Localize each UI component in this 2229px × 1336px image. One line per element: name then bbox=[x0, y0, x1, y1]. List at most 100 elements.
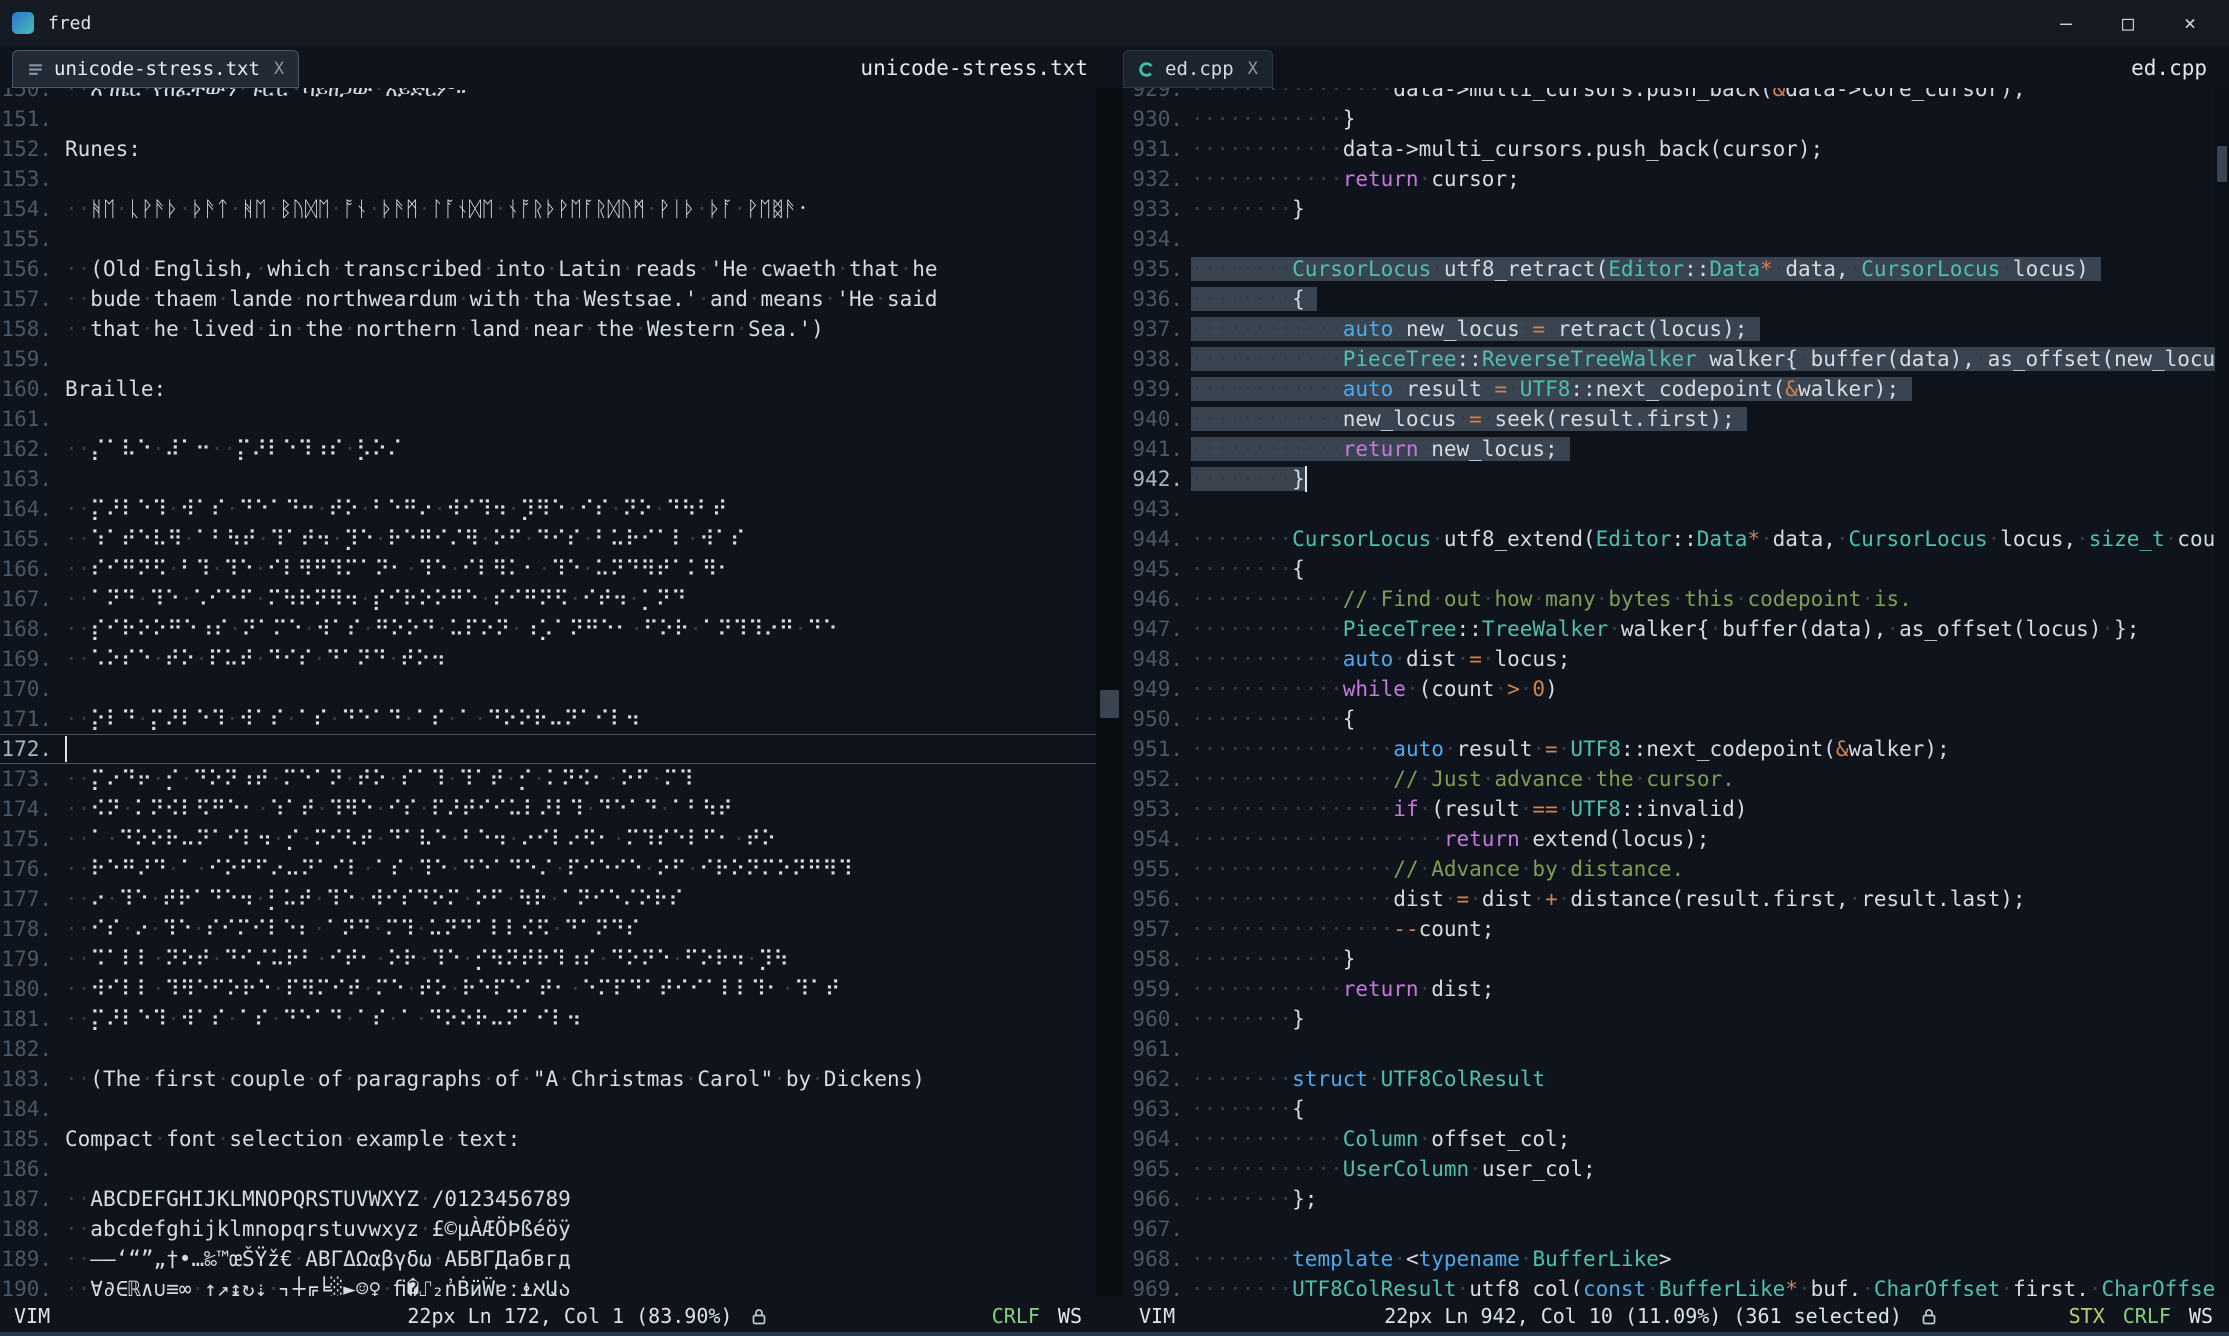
code-line[interactable]: 945.········{ bbox=[1123, 554, 2215, 584]
right-scrollbar[interactable] bbox=[2215, 88, 2229, 1296]
code-line[interactable]: 185.Compact·font·selection·example·text: bbox=[0, 1124, 1096, 1154]
whitespace-dots: · bbox=[217, 1067, 230, 1091]
token: UTF8ColResult bbox=[1381, 1067, 1545, 1091]
lock-icon bbox=[750, 1307, 768, 1326]
code-line[interactable]: 171.··⡕⠇⠙·⡍⠜⠇⠑⠹·⠺⠁⠎·⠁⠎·⠙⠑⠁⠙·⠁⠎·⠁·⠙⠕⠕⠗⠤⠝⠁… bbox=[0, 704, 1096, 734]
code-line[interactable]: 933.········} bbox=[1123, 194, 2215, 224]
code-line[interactable]: 961. bbox=[1123, 1034, 2215, 1064]
code-line[interactable]: 946.············//·Find·out·how·many·byt… bbox=[1123, 584, 2215, 614]
code-line[interactable]: 951.················auto·result·=·UTF8::… bbox=[1123, 734, 2215, 764]
whitespace-dots: ·· bbox=[65, 1067, 90, 1091]
code-line[interactable]: 936.········{ bbox=[1123, 284, 2215, 314]
code-line[interactable]: 930.············} bbox=[1123, 104, 2215, 134]
whitespace-dots: · bbox=[653, 497, 666, 521]
code-line[interactable]: 966.········}; bbox=[1123, 1184, 2215, 1214]
code-line[interactable]: 187.··ABCDEFGHIJKLMNOPQRSTUVWXYZ·/012345… bbox=[0, 1184, 1096, 1214]
minimize-button[interactable]: – bbox=[2035, 0, 2097, 46]
code-line[interactable]: 940.············new_locus·=·seek(result.… bbox=[1123, 404, 2215, 434]
code-line[interactable]: 183.··(The·first·couple·of·paragraphs·of… bbox=[0, 1064, 1096, 1094]
code-line[interactable]: 161. bbox=[0, 404, 1096, 434]
code-line[interactable]: 182. bbox=[0, 1034, 1096, 1064]
code-line[interactable]: 154.··ᚻᛖ·ᚳᚹᚫᚦ·ᚦᚫᛏ·ᚻᛖ·ᛒᚢᛞᛖ·ᚩᚾ·ᚦᚫᛗ·ᛚᚪᚾᛞᛖ·ᚾ… bbox=[0, 194, 1096, 224]
code-line[interactable]: 937.············auto·new_locus·=·retract… bbox=[1123, 314, 2215, 344]
code-line[interactable]: 173.··⡍⠔⠙⠖·⡊·⠙⠕⠝⠰⠞·⠍⠑⠁⠝·⠞⠕·⠎⠁⠹·⠹⠁⠞·⡊·⠅⠝⠪… bbox=[0, 764, 1096, 794]
maximize-button[interactable]: □ bbox=[2097, 0, 2159, 46]
code-line[interactable]: 166.··⠎⠊⠛⠝⠫·⠃⠹·⠹⠑·⠊⠇⠻⠛⠹⠍⠁⠝⠂·⠹⠑·⠊⠇⠻⠅⠂·⠹⠑·… bbox=[0, 554, 1096, 584]
code-line[interactable]: 959.············return·dist; bbox=[1123, 974, 2215, 1004]
code-line[interactable]: 174.··⠪⠝·⠅⠝⠪⠇⠫⠛⠑⠂·⠱⠁⠞·⠹⠻⠑·⠊⠎·⠏⠜⠞⠊⠊⠥⠇⠜⠇⠹·… bbox=[0, 794, 1096, 824]
code-line[interactable]: 163. bbox=[0, 464, 1096, 494]
code-line[interactable]: 957.················--count; bbox=[1123, 914, 2215, 944]
code-line[interactable]: 949.············while·(count·>·0) bbox=[1123, 674, 2215, 704]
code-line[interactable]: 186. bbox=[0, 1154, 1096, 1184]
code-line[interactable]: 158.··that·he·lived·in·the·northern·land… bbox=[0, 314, 1096, 344]
code-line[interactable]: 168.··⡎⠊⠗⠕⠕⠛⠑⠰⠎·⠝⠁⠍⠑·⠺⠁⠎·⠛⠕⠕⠙·⠥⠏⠕⠝·⠰⡡⠁⠝⠛… bbox=[0, 614, 1096, 644]
code-line[interactable]: 958.············} bbox=[1123, 944, 2215, 974]
code-line[interactable]: 947.············PieceTree::TreeWalker·wa… bbox=[1123, 614, 2215, 644]
code-line[interactable]: 955.················//·Advance·by·distan… bbox=[1123, 854, 2215, 884]
code-line[interactable]: 175.··⠁·⠙⠕⠕⠗⠤⠝⠁⠊⠇⠲·⡊·⠍⠊⠣⠞·⠙⠁⠧⠑·⠃⠑⠲·⠔⠊⠇⠔⠫… bbox=[0, 824, 1096, 854]
code-line[interactable]: 169.··⠡⠕⠎⠑·⠞⠕·⠏⠥⠞·⠙⠊⠎·⠙⠁⠝⠙·⠞⠕⠲ bbox=[0, 644, 1096, 674]
code-line[interactable]: 950.············{ bbox=[1123, 704, 2215, 734]
left-scrollbar-thumb[interactable] bbox=[1100, 690, 1119, 718]
code-line[interactable]: 162.··⡌⠁⠧⠑·⠼⠁⠒··⡍⠜⠇⠑⠹⠰⠎·⡣⠕⠌ bbox=[0, 434, 1096, 464]
code-line[interactable]: 948.············auto·dist·=·locus; bbox=[1123, 644, 2215, 674]
code-line[interactable]: 156.··(Old·English,·which·transcribed·in… bbox=[0, 254, 1096, 284]
code-line[interactable]: 969.········UTF8ColResult·utf8_col(const… bbox=[1123, 1274, 2215, 1296]
code-line[interactable]: 179.··⠩⠁⠇⠇·⠝⠕⠞·⠙⠊⠌⠥⠗⠃·⠊⠞⠂·⠕⠗·⠹⠑·⡊⠳⠝⠞⠗⠹⠰⠎… bbox=[0, 944, 1096, 974]
line-text: ··ᚻᛖ·ᚳᚹᚫᚦ·ᚦᚫᛏ·ᚻᛖ·ᛒᚢᛞᛖ·ᚩᚾ·ᚦᚫᛗ·ᛚᚪᚾᛞᛖ·ᚾᚩᚱᚦᚹ… bbox=[65, 197, 809, 221]
code-line[interactable]: 190.··∀∂∈ℝ∧∪≡∞·↑↗↨↻⇣·┐┼╔╘░►☺♀·ﬁ�⑀₂ἠḂӥẄɐː… bbox=[0, 1274, 1096, 1296]
code-line[interactable]: 932.············return·cursor; bbox=[1123, 164, 2215, 194]
code-line[interactable]: 189.··–—‘“”„†•…‰™œŠŸž€·ΑΒΓΔΩαβγδω·АБВГДа… bbox=[0, 1244, 1096, 1274]
pane-divider-scrollbar[interactable] bbox=[1096, 88, 1123, 1296]
code-line[interactable]: 941.············return·new_locus; bbox=[1123, 434, 2215, 464]
code-line[interactable]: 967. bbox=[1123, 1214, 2215, 1244]
code-line[interactable]: 938.············PieceTree::ReverseTreeWa… bbox=[1123, 344, 2215, 374]
close-button[interactable]: × bbox=[2159, 0, 2221, 46]
code-line[interactable]: 965.············UserColumn·user_col; bbox=[1123, 1154, 2215, 1184]
token: new_locus bbox=[1343, 407, 1457, 431]
code-line[interactable]: 178.··⠊⠎·⠔·⠹⠑·⠎⠊⠍⠊⠇⠑⠆·⠁⠝⠙·⠍⠹·⠥⠝⠙⠁⠇⠇⠪⠫·⠙⠁… bbox=[0, 914, 1096, 944]
code-line[interactable]: 160.Braille: bbox=[0, 374, 1096, 404]
code-line[interactable]: 943. bbox=[1123, 494, 2215, 524]
code-line[interactable]: 155. bbox=[0, 224, 1096, 254]
code-line[interactable]: 952.················//·Just·advance·the·… bbox=[1123, 764, 2215, 794]
code-line[interactable]: 942.········} bbox=[1123, 464, 2215, 494]
code-line[interactable]: 956.················dist·=·dist·+·distan… bbox=[1123, 884, 2215, 914]
code-line[interactable]: 935.········CursorLocus·utf8_retract(Edi… bbox=[1123, 254, 2215, 284]
token: advance bbox=[1494, 767, 1583, 791]
code-line[interactable]: 170. bbox=[0, 674, 1096, 704]
code-line[interactable]: 944.········CursorLocus·utf8_extend(Edit… bbox=[1123, 524, 2215, 554]
code-line[interactable]: 960.········} bbox=[1123, 1004, 2215, 1034]
code-line[interactable]: 953.················if·(result·==·UTF8::… bbox=[1123, 794, 2215, 824]
code-line[interactable]: 176.··⠗⠑⠛⠜⠙·⠁·⠊⠕⠋⠋⠔⠤⠝⠁⠊⠇·⠁⠎·⠹⠑·⠙⠑⠁⠙⠑⠌·⠏⠊… bbox=[0, 854, 1096, 884]
code-line[interactable]: 939.············auto·result·=·UTF8::next… bbox=[1123, 374, 2215, 404]
code-line[interactable]: 929.················data->multi_cursors.… bbox=[1123, 88, 2215, 104]
code-line[interactable]: 164.··⡍⠜⠇⠑⠹·⠺⠁⠎·⠙⠑⠁⠙⠒·⠞⠕·⠃⠑⠛⠔·⠺⠊⠹⠲·⡹⠻⠑·⠊… bbox=[0, 494, 1096, 524]
code-line[interactable]: 180.··⠺⠊⠇⠇·⠹⠻⠑⠋⠕⠗⠑·⠏⠻⠍⠊⠞·⠍⠑·⠞⠕·⠗⠑⠏⠑⠁⠞⠂·⠑… bbox=[0, 974, 1096, 1004]
whitespace-dots: ·· bbox=[65, 1217, 90, 1241]
code-line[interactable]: 157.··bude·thaem·lande·northweardum·with… bbox=[0, 284, 1096, 314]
code-line[interactable]: 184. bbox=[0, 1094, 1096, 1124]
code-line[interactable]: 177.··⠔·⠹⠑·⠞⠗⠁⠙⠑⠲·⡃⠥⠞·⠹⠑·⠺⠊⠎⠙⠕⠍·⠕⠋·⠳⠗·⠁⠝… bbox=[0, 884, 1096, 914]
code-line[interactable]: 963.········{ bbox=[1123, 1094, 2215, 1124]
code-line[interactable]: 962.········struct·UTF8ColResult bbox=[1123, 1064, 2215, 1094]
code-line[interactable]: 188.··abcdefghijklmnopqrstuvwxyz·£©µÀÆÖÞ… bbox=[0, 1214, 1096, 1244]
code-line[interactable]: 151. bbox=[0, 104, 1096, 134]
code-line[interactable]: 153. bbox=[0, 164, 1096, 194]
code-line[interactable]: 167.··⠁⠝⠙·⠹⠑·⠡⠊⠑⠋·⠍⠳⠗⠝⠻⠲·⡎⠊⠗⠕⠕⠛⠑·⠎⠊⠛⠝⠫·⠊… bbox=[0, 584, 1096, 614]
code-line[interactable]: 181.··⡍⠜⠇⠑⠹·⠺⠁⠎·⠁⠎·⠙⠑⠁⠙·⠁⠎·⠁·⠙⠕⠕⠗⠤⠝⠁⠊⠇⠲ bbox=[0, 1004, 1096, 1034]
code-line[interactable]: 931.············data->multi_cursors.push… bbox=[1123, 134, 2215, 164]
whitespace-dots: · bbox=[1393, 1247, 1406, 1271]
code-line[interactable]: 152.Runes: bbox=[0, 134, 1096, 164]
code-line[interactable]: 165.··⠱⠁⠞⠑⠧⠻·⠁⠃⠳⠞·⠹⠁⠞⠲·⡹⠑·⠗⠑⠛⠊⠌⠻·⠕⠋·⠙⠊⠎·… bbox=[0, 524, 1096, 554]
code-line[interactable]: 964.············Column·offset_col; bbox=[1123, 1124, 2215, 1154]
code-line[interactable]: 150.··እግዜር·የከፈተውን·ጉሮሮ·ሳይዘጋው·አይድርም። bbox=[0, 88, 1096, 104]
right-scrollbar-thumb[interactable] bbox=[2217, 146, 2227, 182]
code-line[interactable]: 968.········template·<typename·BufferLik… bbox=[1123, 1244, 2215, 1274]
code-line[interactable]: 159. bbox=[0, 344, 1096, 374]
code-line[interactable]: 954.····················return·extend(lo… bbox=[1123, 824, 2215, 854]
code-line[interactable]: 934. bbox=[1123, 224, 2215, 254]
code-line[interactable]: 172. bbox=[0, 734, 1096, 764]
whitespace-dots: · bbox=[418, 947, 431, 971]
